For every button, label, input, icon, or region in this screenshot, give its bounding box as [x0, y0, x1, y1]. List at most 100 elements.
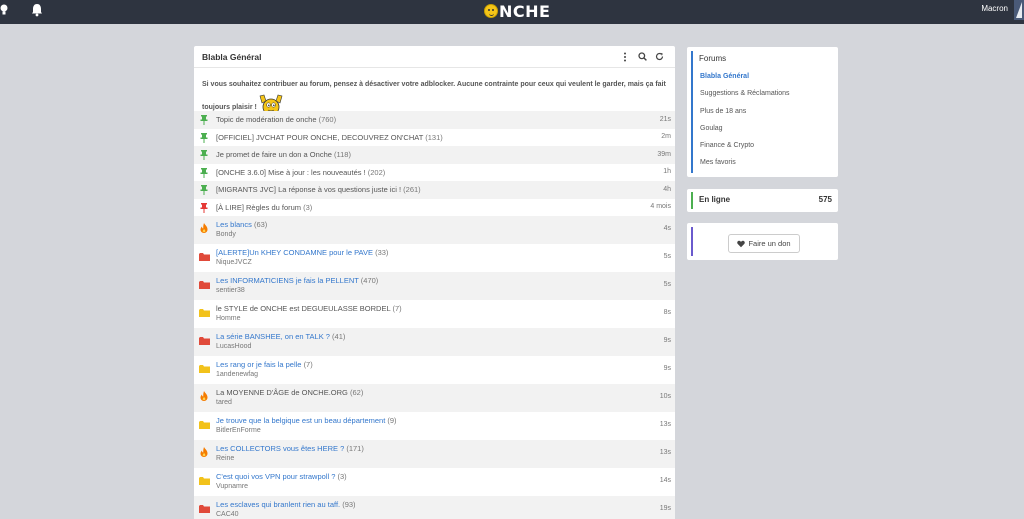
- bell-icon[interactable]: [31, 3, 45, 19]
- topic-reply-count: (202): [367, 167, 386, 177]
- topic-author[interactable]: BitlerEnForme: [216, 427, 261, 434]
- topic-row[interactable]: Topic de modération de onche (760) 21s: [194, 111, 675, 129]
- fire-icon: [200, 223, 210, 233]
- topic-row[interactable]: [ALERTE]Un KHEY CONDAMNE pour le PAVE (3…: [194, 244, 675, 272]
- topic-author[interactable]: Homme: [216, 315, 241, 322]
- topic-row[interactable]: [MIGRANTS JVC] La réponse à vos question…: [194, 181, 675, 199]
- forum-link-blabla[interactable]: Blabla Général: [700, 73, 749, 80]
- topic-reply-count: (118): [334, 150, 351, 159]
- online-count: 575: [818, 195, 832, 204]
- green-pin-icon: [200, 167, 210, 178]
- topic-title[interactable]: Les blancs: [216, 220, 252, 229]
- topic-title[interactable]: Les COLLECTORS vous êtes HERE ?: [216, 444, 344, 453]
- topic-row[interactable]: C'est quoi vos VPN pour strawpoll ? (3) V…: [194, 468, 675, 496]
- topic-author[interactable]: Vupnamre: [216, 483, 248, 490]
- topic-row[interactable]: [OFFICIEL] JVCHAT POUR ONCHE, DECOUVREZ …: [194, 129, 675, 147]
- topic-author[interactable]: Bondy: [216, 231, 236, 238]
- topic-reply-count: (93): [342, 500, 356, 509]
- forum-panel: Blabla Général Si vous souhaitez contrib…: [194, 46, 675, 519]
- onche-logo[interactable]: NCHE: [484, 1, 550, 21]
- topic-title[interactable]: Les INFORMATICIENS je fais la PELLENT: [216, 276, 359, 285]
- topic-row[interactable]: Les esclaves qui branlent rien au taff. …: [194, 496, 675, 519]
- topic-last-activity: 10s: [659, 393, 671, 400]
- topic-last-activity: 21s: [659, 115, 671, 123]
- topic-row[interactable]: le STYLE de ONCHE est DEGUEULASSE BORDEL…: [194, 300, 675, 328]
- topic-title[interactable]: [ONCHE 3.6.0] Mise à jour : les nouveaut…: [216, 168, 366, 177]
- topic-row[interactable]: Les INFORMATICIENS je fais la PELLENT (4…: [194, 272, 675, 300]
- topic-title[interactable]: [ALERTE]Un KHEY CONDAMNE pour le PAVE: [216, 248, 373, 257]
- search-icon[interactable]: [634, 49, 650, 65]
- topic-title[interactable]: La MOYENNE D'ÂGE de ONCHE.ORG: [216, 388, 348, 397]
- donate-button[interactable]: Faire un don: [728, 234, 800, 253]
- topic-title[interactable]: Les esclaves qui branlent rien au taff.: [216, 500, 340, 509]
- topic-author[interactable]: NiqueJVCZ: [216, 259, 252, 266]
- topic-reply-count: (261): [403, 185, 421, 194]
- topic-row[interactable]: La MOYENNE D'ÂGE de ONCHE.ORG (62) tared 1…: [194, 384, 675, 412]
- topic-reply-count: (63): [253, 220, 268, 229]
- topic-title-line: [ALERTE]Un KHEY CONDAMNE pour le PAVE (3…: [216, 248, 388, 257]
- topic-row[interactable]: La série BANSHEE, on en TALK ? (41) Lucas…: [194, 328, 675, 356]
- topic-title[interactable]: Je trouve que la belgique est un beau dé…: [216, 416, 385, 425]
- topic-author[interactable]: LucasHood: [216, 343, 251, 350]
- avatar[interactable]: [1014, 0, 1024, 20]
- topic-title-line: Les blancs (63): [216, 220, 267, 229]
- topic-title[interactable]: Je promet de faire un don a Onche: [216, 150, 332, 159]
- red-folder-icon: [199, 337, 210, 347]
- forum-link-finance[interactable]: Finance & Crypto: [700, 142, 754, 149]
- refresh-icon[interactable]: [651, 49, 667, 65]
- topic-row[interactable]: Les blancs (63) Bondy 4s: [194, 216, 675, 244]
- more-vertical-icon[interactable]: [617, 49, 633, 65]
- topic-title-line: Je trouve que la belgique est un beau dé…: [216, 416, 397, 425]
- red-pin-icon: [200, 202, 210, 213]
- user-name[interactable]: Macron: [981, 4, 1008, 13]
- topic-reply-count: (131): [425, 132, 443, 142]
- topic-reply-count: (7): [392, 304, 402, 313]
- topic-last-activity: 4h: [663, 185, 671, 193]
- yellow-folder-icon: [199, 309, 210, 319]
- topic-author[interactable]: tared: [216, 399, 232, 406]
- topic-title[interactable]: Topic de modération de onche: [216, 115, 317, 124]
- forums-card: Forums Blabla Général Suggestions & Récl…: [687, 47, 838, 177]
- topic-last-activity: 13s: [659, 449, 671, 456]
- topic-row[interactable]: [ONCHE 3.6.0] Mise à jour : les nouveaut…: [194, 164, 675, 182]
- topic-title[interactable]: La série BANSHEE, on en TALK ?: [216, 332, 330, 341]
- topic-title-line: C'est quoi vos VPN pour strawpoll ? (3): [216, 472, 347, 481]
- topic-title-line: Les INFORMATICIENS je fais la PELLENT (4…: [216, 276, 378, 285]
- topic-last-activity: 9s: [663, 365, 671, 372]
- lightbulb-icon[interactable]: [0, 3, 14, 19]
- topic-reply-count: (171): [346, 444, 364, 453]
- topic-row[interactable]: Les COLLECTORS vous êtes HERE ? (171) Rei…: [194, 440, 675, 468]
- topic-title[interactable]: le STYLE de ONCHE est DEGUEULASSE BORDEL: [216, 304, 390, 313]
- online-card: En ligne 575: [687, 189, 838, 212]
- topic-row[interactable]: Les rang or je fais la pelle (7) 1andenew…: [194, 356, 675, 384]
- forum-link-18-plus[interactable]: Plus de 18 ans: [700, 108, 746, 115]
- topic-title[interactable]: Les rang or je fais la pelle: [216, 360, 301, 369]
- forum-link-favoris[interactable]: Mes favoris: [700, 159, 736, 166]
- forum-link-suggestions[interactable]: Suggestions & Réclamations: [700, 90, 790, 97]
- topic-author[interactable]: Reine: [216, 455, 234, 462]
- topic-row[interactable]: Je promet de faire un don a Onche (118) 3…: [194, 146, 675, 164]
- topic-last-activity: 2m: [661, 133, 671, 140]
- topic-title[interactable]: [À LIRE] Règles du forum: [216, 203, 301, 212]
- topic-title[interactable]: C'est quoi vos VPN pour strawpoll ?: [216, 472, 335, 481]
- green-pin-icon: [200, 150, 210, 160]
- fire-icon: [200, 391, 210, 401]
- topic-reply-count: (7): [303, 360, 313, 369]
- topic-row[interactable]: [À LIRE] Règles du forum (3) 4 mois: [194, 199, 675, 217]
- donate-label: Faire un don: [748, 239, 791, 248]
- topic-last-activity: 4s: [663, 225, 671, 232]
- topic-last-activity: 8s: [663, 309, 671, 316]
- topic-author[interactable]: sentier38: [216, 287, 245, 294]
- topic-author[interactable]: CAC40: [216, 511, 239, 518]
- forum-link-goulag[interactable]: Goulag: [700, 125, 723, 132]
- topic-last-activity: 9s: [663, 337, 671, 344]
- topic-author[interactable]: 1andenewfag: [216, 371, 258, 378]
- forums-accent-bar: [691, 51, 693, 173]
- green-pin-icon: [200, 132, 210, 143]
- topic-row[interactable]: Je trouve que la belgique est un beau dé…: [194, 412, 675, 440]
- topic-title[interactable]: [MIGRANTS JVC] La réponse à vos question…: [216, 185, 401, 194]
- yellow-folder-icon: [199, 365, 210, 375]
- topic-reply-count: (3): [337, 472, 347, 481]
- topic-title-line: [MIGRANTS JVC] La réponse à vos question…: [216, 185, 421, 194]
- topic-title[interactable]: [OFFICIEL] JVCHAT POUR ONCHE, DECOUVREZ …: [216, 133, 423, 142]
